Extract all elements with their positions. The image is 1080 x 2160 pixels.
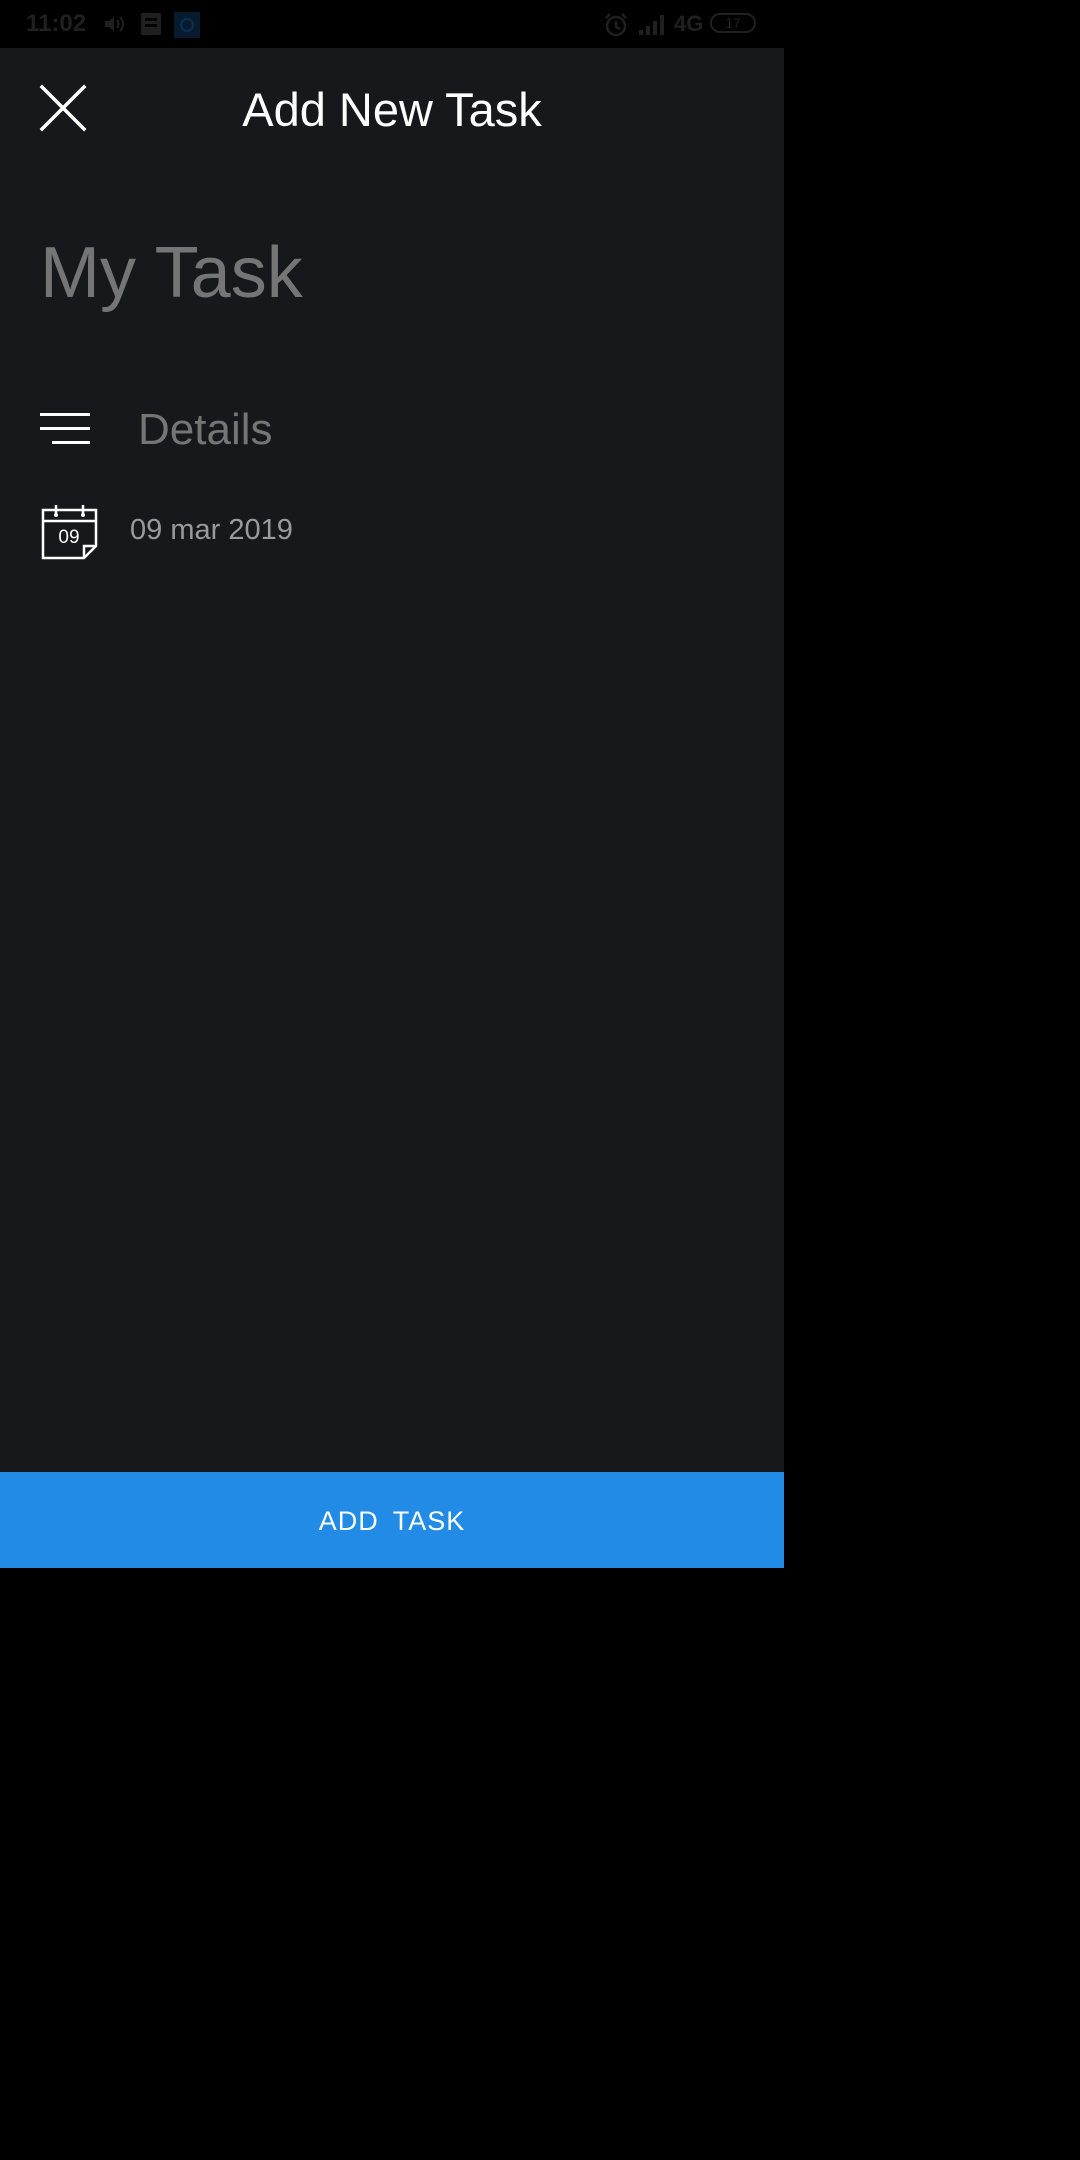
calendar-icon: 09 [40,502,100,562]
notes-lines-icon [40,413,90,444]
signal-icon [639,15,664,35]
status-bar: 11:02 4G 17 [0,0,784,48]
status-time: 11:02 [26,10,87,37]
app-notification-icon [174,12,200,38]
battery-level: 17 [725,15,741,31]
date-value: 09 mar 2019 [130,514,293,546]
alarm-icon [605,13,627,37]
details-input[interactable] [138,400,738,460]
add-task-button[interactable]: ADD TASK [0,1472,784,1568]
add-task-screen: Add New Task 09 09 mar 2019 [0,48,784,1568]
date-picker[interactable]: 09 09 mar 2019 [40,498,440,562]
task-title-input[interactable] [40,228,740,318]
sim-icon [141,13,161,35]
calendar-day: 09 [58,527,80,548]
battery-icon: 17 [710,13,756,33]
network-type: 4G [674,11,704,36]
volume-icon [105,16,124,32]
page-title: Add New Task [242,83,542,136]
